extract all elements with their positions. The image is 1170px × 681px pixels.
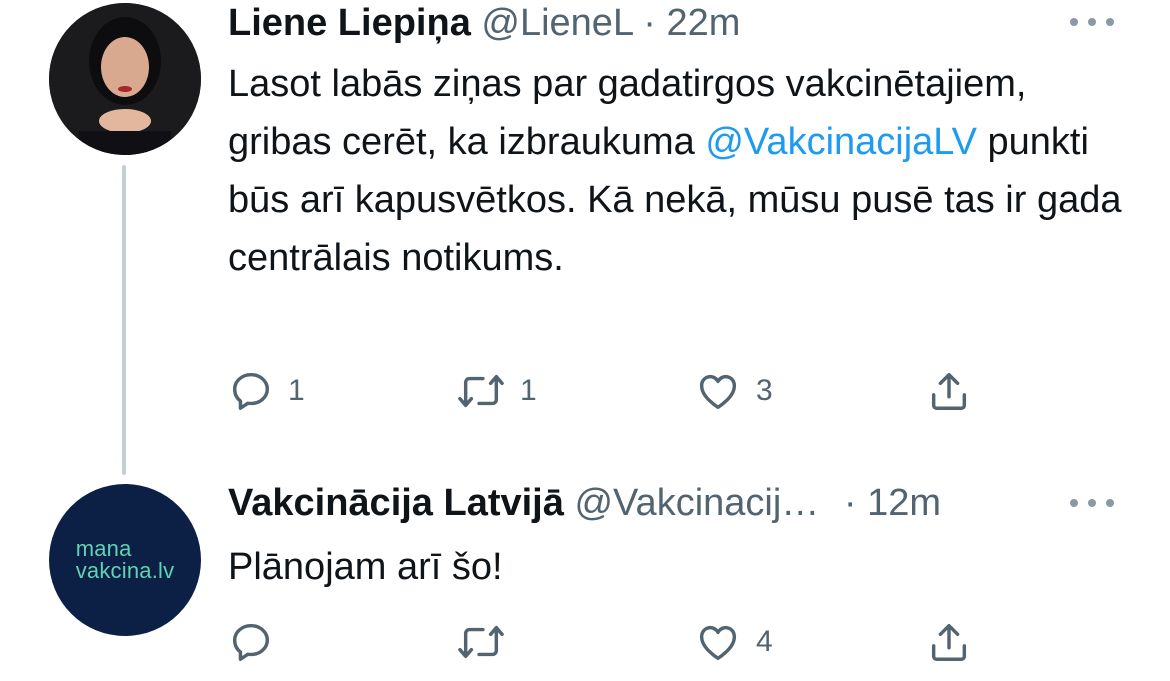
like-icon: [699, 374, 737, 410]
tweet-header: Liene Liepiņa @LieneL · 22m: [228, 0, 740, 46]
author-handle[interactable]: @LieneL: [481, 2, 632, 44]
reply-button[interactable]: [228, 617, 288, 667]
avatar-logo-line: mana: [75, 536, 132, 561]
like-count: 3: [756, 374, 773, 407]
tweet-actions: 4: [228, 617, 988, 667]
retweet-icon: [458, 374, 504, 408]
reply-icon: [232, 372, 270, 410]
tweet-actions: 1 1 3: [228, 366, 988, 416]
like-button[interactable]: 4: [694, 617, 773, 667]
avatar-logo-text: mana vakcina.lv: [76, 538, 175, 582]
share-button[interactable]: [926, 617, 972, 667]
tweet-text: Plānojam arī šo!: [228, 546, 503, 588]
retweet-button[interactable]: 1: [456, 366, 537, 416]
more-icon[interactable]: [1070, 16, 1114, 28]
avatar[interactable]: [49, 3, 201, 155]
tweet-time[interactable]: 22m: [666, 2, 740, 44]
tweet-text: Lasot labās ziņas par gadatirgos vakcinē…: [228, 55, 1128, 287]
tweet-time[interactable]: 12m: [867, 482, 941, 524]
retweet-icon: [458, 625, 504, 659]
reply-count: 1: [288, 374, 305, 407]
more-icon[interactable]: [1070, 497, 1114, 509]
author-handle[interactable]: @Vakcinacij…: [574, 482, 819, 524]
separator-dot: ·: [843, 482, 857, 524]
share-icon: [931, 372, 967, 410]
separator-dot: ·: [643, 2, 656, 44]
retweet-count: 1: [520, 374, 537, 407]
share-button[interactable]: [926, 366, 972, 416]
mention-link[interactable]: @VakcinacijaLV: [705, 121, 977, 163]
author-name[interactable]: Vakcinācija Latvijā: [228, 482, 564, 524]
like-count: 4: [756, 625, 773, 658]
avatar[interactable]: mana vakcina.lv: [49, 484, 201, 636]
avatar-logo-line: vakcina.lv: [75, 558, 175, 583]
avatar-photo: [49, 3, 201, 155]
like-button[interactable]: 3: [694, 366, 773, 416]
thread-connector-line: [122, 165, 126, 475]
reply-button[interactable]: 1: [228, 366, 305, 416]
author-name[interactable]: Liene Liepiņa: [228, 2, 471, 44]
reply-icon: [232, 623, 270, 661]
tweet-header: Vakcinācija Latvijā @Vakcinacij… · 12m: [228, 480, 941, 526]
share-icon: [931, 623, 967, 661]
like-icon: [699, 625, 737, 661]
retweet-button[interactable]: [456, 617, 520, 667]
